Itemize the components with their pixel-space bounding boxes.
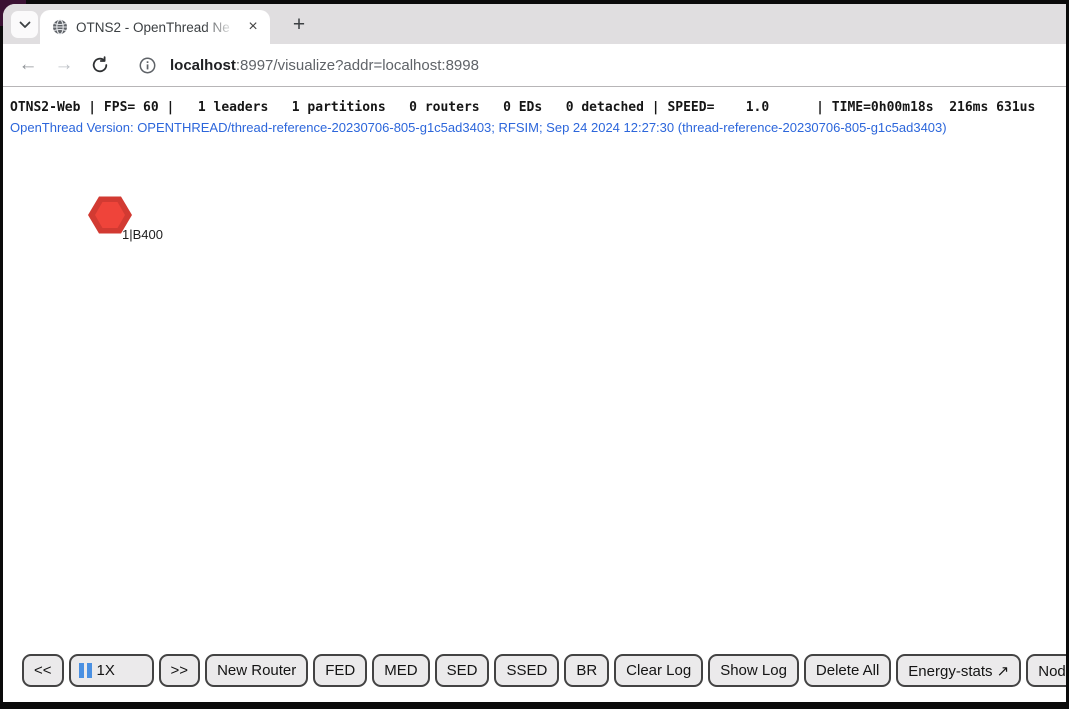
reload-icon <box>91 56 109 74</box>
simulation-status-line: OTNS2-Web | FPS= 60 | 1 leaders 1 partit… <box>10 100 1035 115</box>
pause-icon <box>79 663 92 678</box>
tab-search-dropdown-button[interactable] <box>11 11 38 38</box>
speed-up-button-label: >> <box>171 662 189 679</box>
tab-title: OTNS2 - OpenThread Ne <box>76 20 240 35</box>
delete-all-button-label: Delete All <box>816 662 879 679</box>
url-box[interactable]: localhost:8997/visualize?addr=localhost:… <box>139 57 479 74</box>
speed-down-button-label: << <box>34 662 52 679</box>
new-router-button[interactable]: New Router <box>205 654 308 687</box>
openthread-version-line: OpenThread Version: OPENTHREAD/thread-re… <box>10 120 947 135</box>
forward-arrow-icon: → <box>55 54 74 76</box>
new-fed-button-label: FED <box>325 662 355 679</box>
tab-close-icon[interactable]: × <box>244 18 262 36</box>
new-router-button-label: New Router <box>217 662 296 679</box>
node-stats-button-label: Node-stats ↗ <box>1038 662 1066 680</box>
back-button[interactable]: ← <box>13 50 43 80</box>
show-log-button-label: Show Log <box>720 662 787 679</box>
url-path: :8997/visualize?addr=localhost:8998 <box>236 57 479 74</box>
show-log-button[interactable]: Show Log <box>708 654 799 687</box>
clear-log-button-label: Clear Log <box>626 662 691 679</box>
new-br-button[interactable]: BR <box>564 654 609 687</box>
energy-stats-button-label: Energy-stats ↗ <box>908 662 1009 680</box>
clear-log-button[interactable]: Clear Log <box>614 654 703 687</box>
pause-speed-button[interactable]: 1X <box>69 654 154 687</box>
new-fed-button[interactable]: FED <box>313 654 367 687</box>
new-tab-button[interactable]: + <box>286 12 312 38</box>
speed-up-button[interactable]: >> <box>159 654 201 687</box>
action-toolbar: << 1X >> New Router FED MED SED SSED BR Clear Log… <box>22 654 1066 687</box>
globe-icon <box>52 19 68 35</box>
url-host: localhost <box>170 57 236 74</box>
site-info-icon[interactable] <box>139 57 156 74</box>
new-ssed-button[interactable]: SSED <box>494 654 559 687</box>
chevron-down-icon <box>19 21 31 29</box>
node-stats-button[interactable]: Node-stats ↗ <box>1026 654 1066 687</box>
url-text[interactable]: localhost:8997/visualize?addr=localhost:… <box>170 57 479 74</box>
browser-tab[interactable]: OTNS2 - OpenThread Ne × <box>40 10 270 44</box>
speed-down-button[interactable]: << <box>22 654 64 687</box>
new-med-button[interactable]: MED <box>372 654 429 687</box>
forward-button[interactable]: → <box>49 50 79 80</box>
new-br-button-label: BR <box>576 662 597 679</box>
tab-strip: OTNS2 - OpenThread Ne × + <box>3 4 1066 44</box>
pause-speed-button-label: 1X <box>97 662 115 679</box>
delete-all-button[interactable]: Delete All <box>804 654 891 687</box>
reload-button[interactable] <box>85 50 115 80</box>
new-sed-button-label: SED <box>447 662 478 679</box>
browser-window: OTNS2 - OpenThread Ne × + ← → <box>3 4 1066 702</box>
energy-stats-button[interactable]: Energy-stats ↗ <box>896 654 1021 687</box>
new-ssed-button-label: SSED <box>506 662 547 679</box>
new-sed-button[interactable]: SED <box>435 654 490 687</box>
node-label: 1|B400 <box>122 227 163 242</box>
address-bar: ← → localhost:8997/visualize?addr=localh… <box>3 44 1066 87</box>
otns-canvas[interactable]: OTNS2-Web | FPS= 60 | 1 leaders 1 partit… <box>3 87 1066 702</box>
new-med-button-label: MED <box>384 662 417 679</box>
back-arrow-icon: ← <box>19 54 38 76</box>
